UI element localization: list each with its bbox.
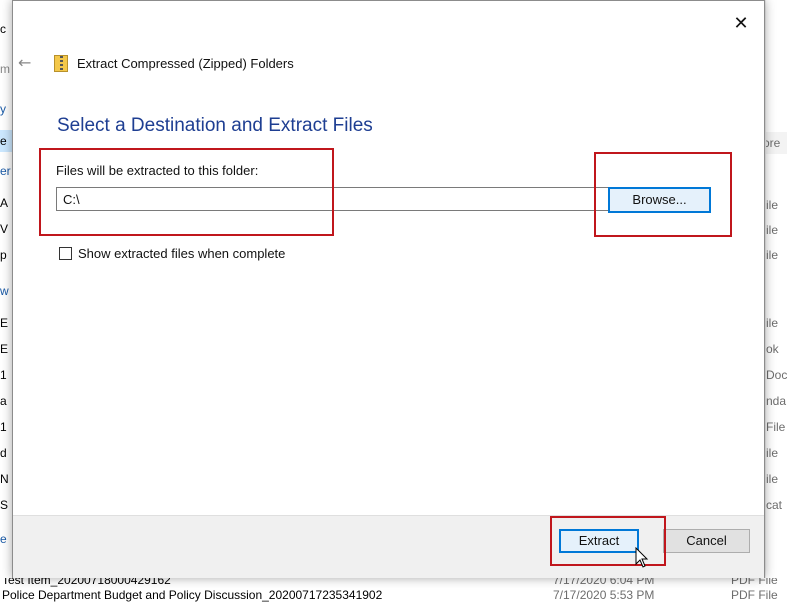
background-explorer-right: ore ile ile ile ile ok Doc nda File ile … <box>765 0 787 602</box>
file-row[interactable]: Police Department Budget and Policy Disc… <box>0 585 787 602</box>
show-files-checkbox[interactable] <box>59 247 72 260</box>
bg-right-fragment: File <box>766 420 786 434</box>
bg-right-fragment: ile <box>766 472 779 486</box>
bg-left-fragment: er <box>0 164 11 178</box>
browse-button[interactable]: Browse... <box>608 187 711 213</box>
extract-button[interactable]: Extract <box>559 529 639 553</box>
destination-path-input[interactable] <box>56 187 610 211</box>
bg-right-fragment: ile <box>766 316 779 330</box>
dialog-title-bar: ← Extract Compressed (Zipped) Folders <box>13 51 613 77</box>
bg-right-fragment: Doc <box>766 368 787 382</box>
bg-right-fragment: ile <box>766 198 779 212</box>
bg-right-fragment: ile <box>766 223 779 237</box>
bg-right-fragment: ore <box>766 132 787 154</box>
dialog-title: Extract Compressed (Zipped) Folders <box>77 56 294 71</box>
bg-left-fragment: S <box>0 498 9 512</box>
background-file-list: Test Item_20200718000429162 7/17/2020 6:… <box>0 578 787 602</box>
bg-left-fragment: 1 <box>0 368 7 382</box>
bg-left-fragment: m <box>0 62 10 76</box>
bg-left-fragment: y <box>0 102 6 116</box>
bg-left-fragment: 1 <box>0 420 7 434</box>
extract-dialog: ✕ ← Extract Compressed (Zipped) Folders … <box>12 0 765 578</box>
mouse-cursor-icon <box>635 547 649 568</box>
file-type: PDF File <box>731 588 778 602</box>
bg-right-fragment: nda <box>766 394 787 408</box>
bg-left-fragment: d <box>0 446 7 460</box>
bg-left-fragment: E <box>0 316 9 330</box>
show-files-checkbox-label[interactable]: Show extracted files when complete <box>78 246 285 262</box>
bg-left-fragment: V <box>0 222 9 236</box>
bg-left-fragment: a <box>0 394 7 408</box>
file-date: 7/17/2020 5:53 PM <box>553 588 655 602</box>
back-arrow-icon[interactable]: ← <box>18 51 31 75</box>
close-button[interactable]: ✕ <box>724 11 758 37</box>
bg-right-fragment: ile <box>766 446 779 460</box>
bg-left-fragment: N <box>0 472 9 486</box>
cancel-button[interactable]: Cancel <box>663 529 750 553</box>
bg-left-fragment: E <box>0 342 9 356</box>
zip-folder-icon <box>54 55 68 72</box>
bg-right-fragment: ok <box>766 342 779 356</box>
bg-right-fragment: cat <box>766 498 783 512</box>
bg-left-fragment: c <box>0 22 6 36</box>
page-heading: Select a Destination and Extract Files <box>57 115 373 136</box>
bg-left-fragment: A <box>0 196 9 210</box>
bg-left-fragment: p <box>0 248 7 262</box>
bg-left-fragment: e <box>0 532 7 546</box>
file-name: Police Department Budget and Policy Disc… <box>2 588 383 602</box>
destination-label: Files will be extracted to this folder: <box>56 163 259 178</box>
bg-left-fragment: e <box>0 130 12 152</box>
bg-right-fragment: ile <box>766 248 779 262</box>
bg-left-fragment: w <box>0 284 9 298</box>
dialog-footer <box>13 515 764 578</box>
show-files-option[interactable]: Show extracted files when complete <box>59 246 459 264</box>
